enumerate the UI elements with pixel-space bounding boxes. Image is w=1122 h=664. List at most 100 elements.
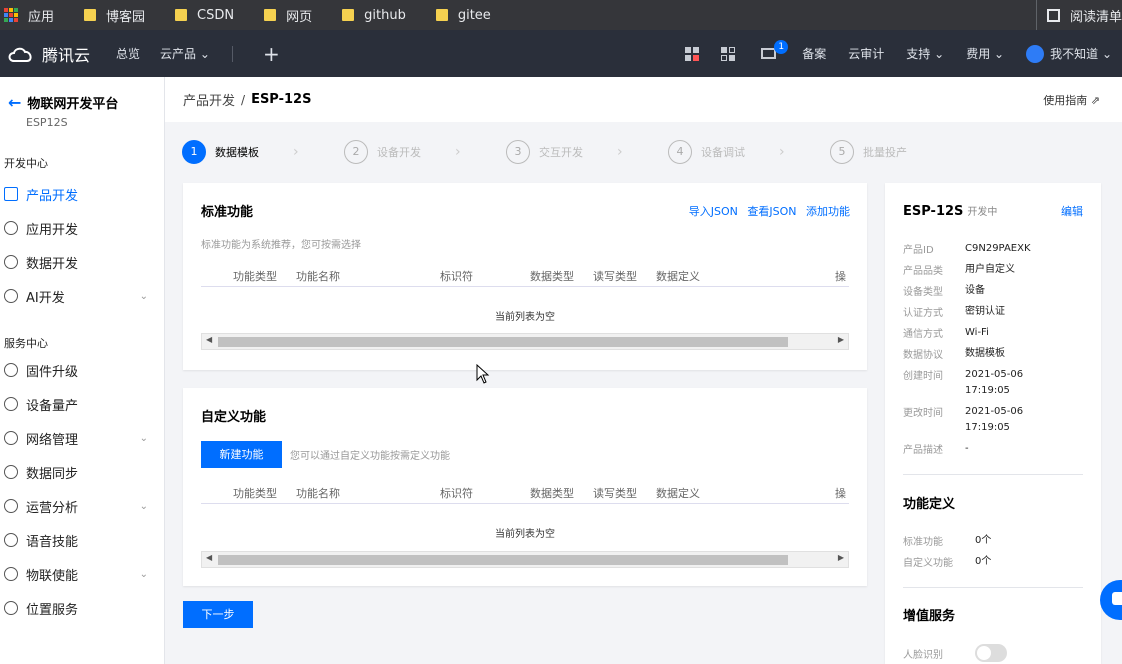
new-feature-button[interactable]: 新建功能 [201,441,282,468]
info-key: 产品ID [903,245,934,256]
sidebar-item-mass-production[interactable]: 设备量产 [0,387,164,421]
info-value: - [965,443,969,454]
nav-beian[interactable]: 备案 [802,45,826,62]
plus-icon[interactable]: + [263,42,280,66]
scroll-right-icon[interactable]: ▶ [838,335,844,344]
network-icon [4,431,18,445]
standard-actions: 导入JSON 查看JSON 添加功能 [683,203,850,219]
step-label: 交互开发 [539,146,583,159]
nav-support[interactable]: 支持 ⌄ [906,45,944,62]
sidebar-item-voice[interactable]: 语音技能 [0,523,164,557]
reading-list-button[interactable]: 阅读清单 [1035,0,1122,30]
bookmark-item[interactable]: github [342,0,406,30]
step-number: 2 [344,140,368,164]
step-3[interactable]: 3 交互开发 › [506,140,668,164]
sidebar-item-data-sync[interactable]: 数据同步 [0,455,164,489]
sidebar-item-label: 数据开发 [26,256,79,272]
column-header: 数据定义 [656,487,700,500]
logo[interactable]: 腾讯云 [6,42,90,66]
column-header: 标识符 [440,270,473,283]
folder-icon [342,9,355,21]
sidebar-item-ai-dev[interactable]: AI开发 ⌄ [0,279,164,313]
scroll-right-icon[interactable]: ▶ [838,553,844,562]
link-icon [4,567,18,581]
sidebar-item-label: 设备量产 [26,398,79,414]
breadcrumb-parent[interactable]: 产品开发 [183,90,235,109]
chevron-down-icon: ⌄ [139,432,148,444]
horizontal-scrollbar[interactable]: ◀ ▶ [201,333,849,350]
info-row: 产品描述 - [903,441,1085,457]
apps-grid-icon [4,8,18,22]
sidebar-item-label: 产品开发 [26,188,79,204]
step-4[interactable]: 4 设备调试 › [668,140,830,164]
info-row: 设备类型 设备 [903,283,1085,299]
sidebar-item-label: AI开发 [26,290,65,306]
back-link[interactable]: ← 物联网开发平台 [8,93,164,112]
step-indicator: 1 数据模板 › 2 设备开发 › 3 交互开发 › 4 设备调试 › 5 批量投产 [182,140,992,164]
sidebar-item-location[interactable]: 位置服务 [0,591,164,625]
view-json-link[interactable]: 查看JSON [747,205,796,218]
page-title: ESP-12S [251,92,312,107]
step-1[interactable]: 1 数据模板 › [182,140,344,164]
step-5[interactable]: 5 批量投产 [830,140,992,164]
nav-overview[interactable]: 总览 [116,45,140,62]
nav-products[interactable]: 云产品 ⌄ [160,45,210,62]
bookmark-item[interactable]: CSDN [175,0,234,30]
mouse-cursor-icon [476,364,490,384]
sidebar-item-firmware[interactable]: 固件升级 [0,353,164,387]
column-header: 标识符 [440,487,473,500]
breadcrumb-separator: / [241,92,246,107]
sidebar-item-data-dev[interactable]: 数据开发 [0,245,164,279]
info-row: 标准功能 0个 [903,533,1095,549]
info-row: 通信方式 Wi-Fi [903,325,1085,341]
sidebar-item-analytics[interactable]: 运营分析 ⌄ [0,489,164,523]
column-header: 功能类型 [233,270,277,283]
sidebar-item-iot-enable[interactable]: 物联使能 ⌄ [0,557,164,591]
bookmark-item[interactable]: gitee [435,0,491,30]
nav-audit[interactable]: 云审计 [848,45,884,62]
info-row: 自定义功能 0个 [903,554,1095,570]
folder-icon [175,9,188,21]
sidebar-item-label: 运营分析 [26,500,79,516]
bookmark-item[interactable]: 博客园 [84,0,145,30]
qr-button[interactable] [721,46,736,61]
reading-list-icon [1046,8,1060,22]
platform-title: 物联网开发平台 [27,97,119,112]
scroll-left-icon[interactable]: ◀ [206,335,212,344]
custom-features-title: 自定义功能 [201,410,267,425]
scrollbar-thumb[interactable] [218,555,788,565]
step-2[interactable]: 2 设备开发 › [344,140,506,164]
horizontal-scrollbar[interactable]: ◀ ▶ [201,551,849,568]
scroll-left-icon[interactable]: ◀ [206,553,212,562]
grid-app-button[interactable] [685,46,700,61]
guide-link[interactable]: 使用指南 ⇗ [1043,92,1100,108]
add-feature-link[interactable]: 添加功能 [806,205,850,218]
nav-billing[interactable]: 费用 ⌄ [966,45,1004,62]
chevron-down-icon: ⌄ [139,500,148,512]
sidebar-item-app-dev[interactable]: 应用开发 [0,211,164,245]
info-row: 数据协议 数据模板 [903,346,1085,362]
qr-code-icon [721,46,736,61]
analytics-icon [4,499,18,513]
edit-link[interactable]: 编辑 [1061,203,1083,219]
next-step-button[interactable]: 下一步 [183,601,253,628]
info-key: 产品描述 [903,445,943,456]
column-header: 数据类型 [530,270,574,283]
bookmark-apps[interactable]: 应用 [4,0,54,30]
chevron-right-icon: › [779,144,785,160]
user-menu[interactable]: 我不知道 ⌄ [1026,44,1112,63]
sidebar-item-label: 固件升级 [26,364,79,380]
standard-hint: 标准功能为系统推荐，您可按需选择 [201,240,361,251]
reading-list-label: 阅读清单 [1069,9,1122,25]
upgrade-icon [4,363,18,377]
external-link-icon: ⇗ [1090,93,1100,107]
chevron-down-icon: ⌄ [994,46,1005,61]
sidebar-item-network[interactable]: 网络管理 ⌄ [0,421,164,455]
mail-button[interactable]: 1 [761,40,789,59]
bookmark-item[interactable]: 网页 [264,0,312,30]
scrollbar-thumb[interactable] [218,337,788,347]
chat-button[interactable] [1100,580,1122,620]
sidebar-item-product-dev[interactable]: 产品开发 [0,177,164,211]
face-recognition-toggle[interactable] [975,644,1007,662]
import-json-link[interactable]: 导入JSON [689,205,738,218]
